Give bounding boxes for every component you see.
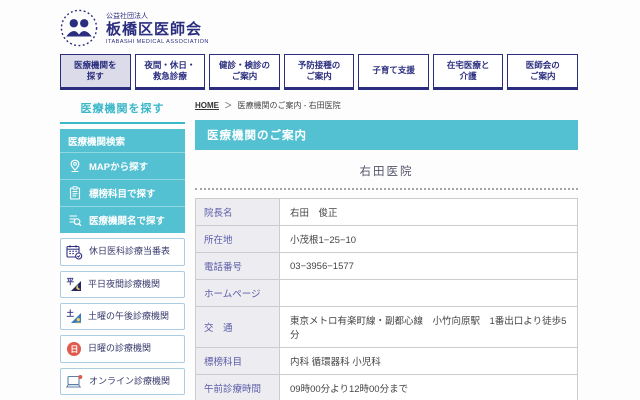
clinic-info-table: 院長名 右田 俊正 所在地 小茂根1−25−10 電話番号 03−3956−15…	[195, 198, 578, 400]
sidebar-item-label: MAPから探す	[89, 162, 149, 173]
svg-text:土: 土	[67, 309, 75, 318]
sidebar-search-header: 医療機関検索	[60, 129, 185, 153]
table-row: 電話番号 03−3956−1577	[195, 252, 578, 280]
nav-night-holiday-emergency[interactable]: 夜間・休日・ 救急診療	[134, 54, 206, 90]
sidebar-link-label: 日曜の診療機関	[88, 343, 152, 354]
row-value: 東京メトロ有楽町線・副都心線 小竹向原駅 1番出口より徒歩5分	[279, 306, 578, 348]
row-value: 09時00分より12時00分まで	[279, 374, 578, 400]
breadcrumb: HOME ＞ 医療機関のご案内 - 右田医院	[195, 96, 578, 112]
table-row: ホームページ	[195, 279, 578, 307]
row-value: 03−3956−1577	[279, 252, 578, 280]
sidebar-item-label: 医療機関名で探す	[89, 216, 166, 227]
row-label: 交 通	[195, 306, 280, 348]
org-type: 公益社団法人	[106, 13, 148, 21]
nav-about-association[interactable]: 医師会の ご案内	[507, 54, 579, 90]
row-value	[279, 279, 578, 307]
row-label: 所在地	[195, 225, 280, 253]
clinic-name-heading: 右田医院	[359, 166, 414, 178]
nav-find-medical-institution[interactable]: 医療機関を 探す	[60, 54, 131, 90]
org-title-block: 公益社団法人 板橋区医師会 ITABASHI MEDICAL ASSOCIATI…	[106, 11, 209, 44]
weekday-night-icon: 平	[67, 277, 81, 291]
table-row: 院長名 右田 俊正	[195, 198, 578, 226]
sidebar-title: 医療機関を探す	[60, 96, 185, 124]
nav-homecare-nursing[interactable]: 在宅医療と 介護	[432, 54, 504, 90]
sidebar-link-label: 土曜の午後診療機関	[88, 310, 170, 321]
svg-text:日: 日	[70, 345, 78, 354]
sidebar-search-box: 医療機関検索 MAPから探す 標榜科目で探す 医療機関名で探す	[60, 129, 185, 233]
calendar-check-icon	[66, 245, 83, 260]
sidebar-link-label: 平日夜間診療機関	[88, 278, 161, 289]
sidebar-link-saturday-afternoon-clinics[interactable]: 土 土曜の午後診療機関	[60, 303, 185, 330]
map-pin-icon	[70, 159, 80, 172]
page: 公益社団法人 板橋区医師会 ITABASHI MEDICAL ASSOCIATI…	[60, 0, 579, 400]
row-value: 内科 循環器科 小児科	[279, 347, 578, 375]
sidebar: 医療機関を探す 医療機関検索 MAPから探す 標榜科目で探す 医療機関名で探す …	[60, 96, 185, 400]
row-label: 標榜科目	[195, 347, 280, 375]
row-label: 院長名	[195, 198, 280, 226]
row-label: 午前診療時間	[195, 374, 280, 400]
sidebar-item-search-by-name[interactable]: 医療機関名で探す	[60, 207, 185, 233]
breadcrumb-current: 医療機関のご案内 - 右田医院	[237, 101, 341, 110]
nav-childcare-support[interactable]: 子育て支援	[358, 54, 429, 90]
clipboard-icon	[69, 186, 81, 200]
row-value: 右田 俊正	[279, 198, 578, 226]
row-value: 小茂根1−25−10	[279, 225, 578, 253]
sidebar-link-weekday-night-clinics[interactable]: 平 平日夜間診療機関	[60, 271, 185, 298]
saturday-afternoon-icon: 土	[67, 309, 81, 324]
table-row: 交 通 東京メトロ有楽町線・副都心線 小竹向原駅 1番出口より徒歩5分	[195, 306, 578, 348]
sidebar-link-sunday-clinics[interactable]: 日 日曜の診療機関	[60, 335, 185, 363]
sidebar-item-search-by-map[interactable]: MAPから探す	[60, 153, 185, 180]
org-name-en: ITABASHI MEDICAL ASSOCIATION	[106, 38, 209, 45]
sidebar-link-holiday-duty-roster[interactable]: 休日医科診療当番表	[60, 238, 185, 266]
breadcrumb-home-link[interactable]: HOME	[195, 101, 219, 110]
site-header: 公益社団法人 板橋区医師会 ITABASHI MEDICAL ASSOCIATI…	[60, 0, 578, 52]
org-name: 板橋区医師会	[106, 21, 203, 39]
sidebar-link-online-clinics[interactable]: オンライン診療機関	[60, 368, 185, 395]
sunday-icon: 日	[67, 342, 81, 356]
search-list-icon	[69, 215, 82, 227]
svg-text:平: 平	[67, 277, 75, 286]
table-row: 午前診療時間 09時00分より12時00分まで	[195, 374, 578, 400]
sidebar-link-label: 休日医科診療当番表	[89, 246, 171, 257]
global-nav: 医療機関を 探す 夜間・休日・ 救急診療 健診・検診の ご案内 予防接種の ご案…	[60, 54, 579, 90]
nav-checkup-guide[interactable]: 健診・検診の ご案内	[209, 54, 280, 90]
dotted-divider	[195, 188, 578, 190]
sidebar-item-search-by-department[interactable]: 標榜科目で探す	[60, 180, 185, 207]
page-title-banner: 医療機関のご案内	[195, 120, 578, 150]
breadcrumb-separator: ＞	[224, 101, 233, 110]
nav-vaccination-guide[interactable]: 予防接種の ご案内	[283, 54, 355, 90]
sidebar-item-label: 標榜科目で探す	[89, 189, 156, 200]
row-label: 電話番号	[195, 252, 280, 280]
sidebar-link-label: オンライン診療機関	[89, 375, 171, 386]
main-content: HOME ＞ 医療機関のご案内 - 右田医院 医療機関のご案内 右田医院 院長名…	[195, 96, 578, 400]
online-icon	[66, 375, 83, 388]
table-row: 標榜科目 内科 循環器科 小児科	[195, 347, 578, 375]
table-row: 所在地 小茂根1−25−10	[195, 225, 578, 253]
row-label: ホームページ	[195, 279, 280, 307]
association-logo-icon	[60, 9, 98, 47]
